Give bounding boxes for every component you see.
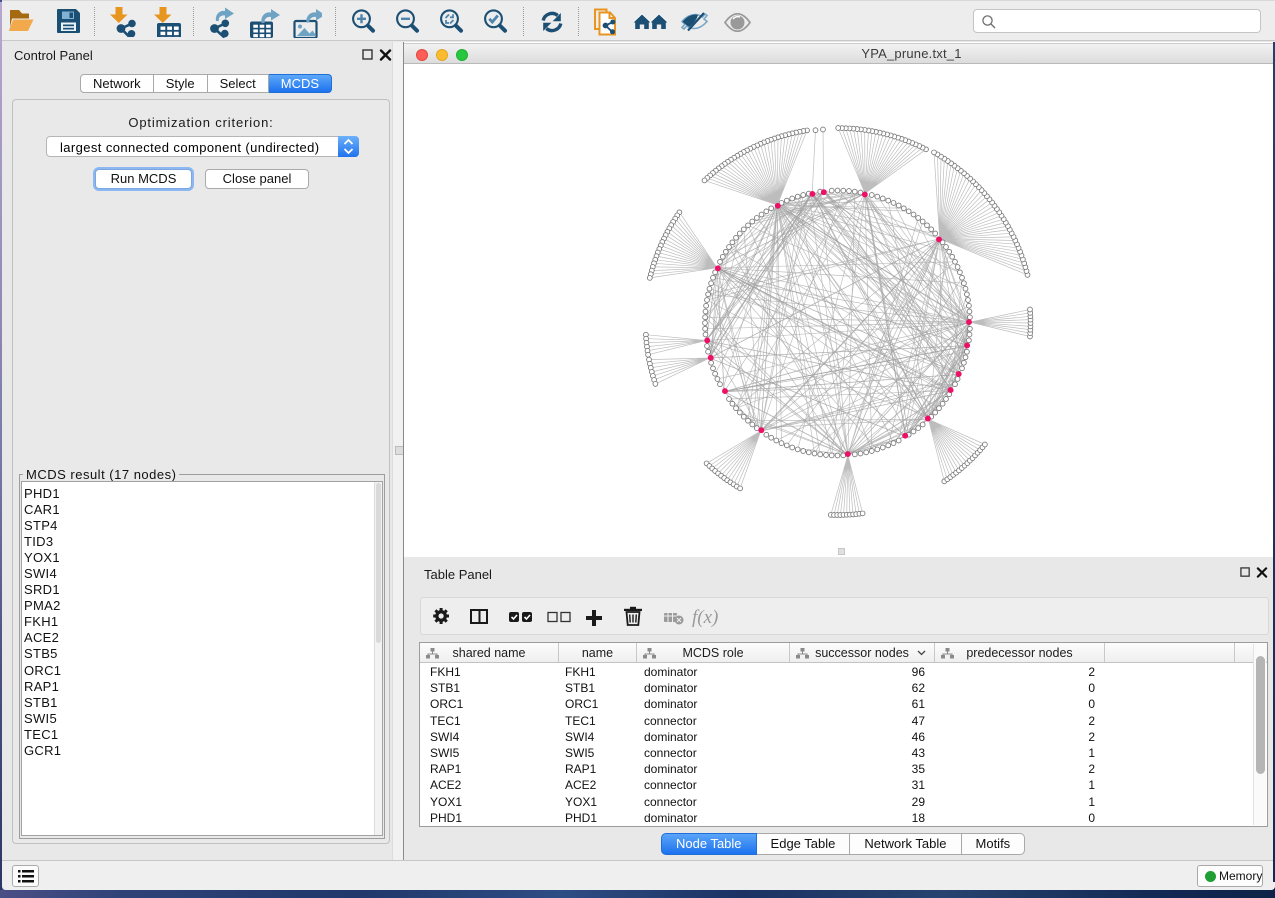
svg-text:f(x): f(x) xyxy=(692,607,718,628)
